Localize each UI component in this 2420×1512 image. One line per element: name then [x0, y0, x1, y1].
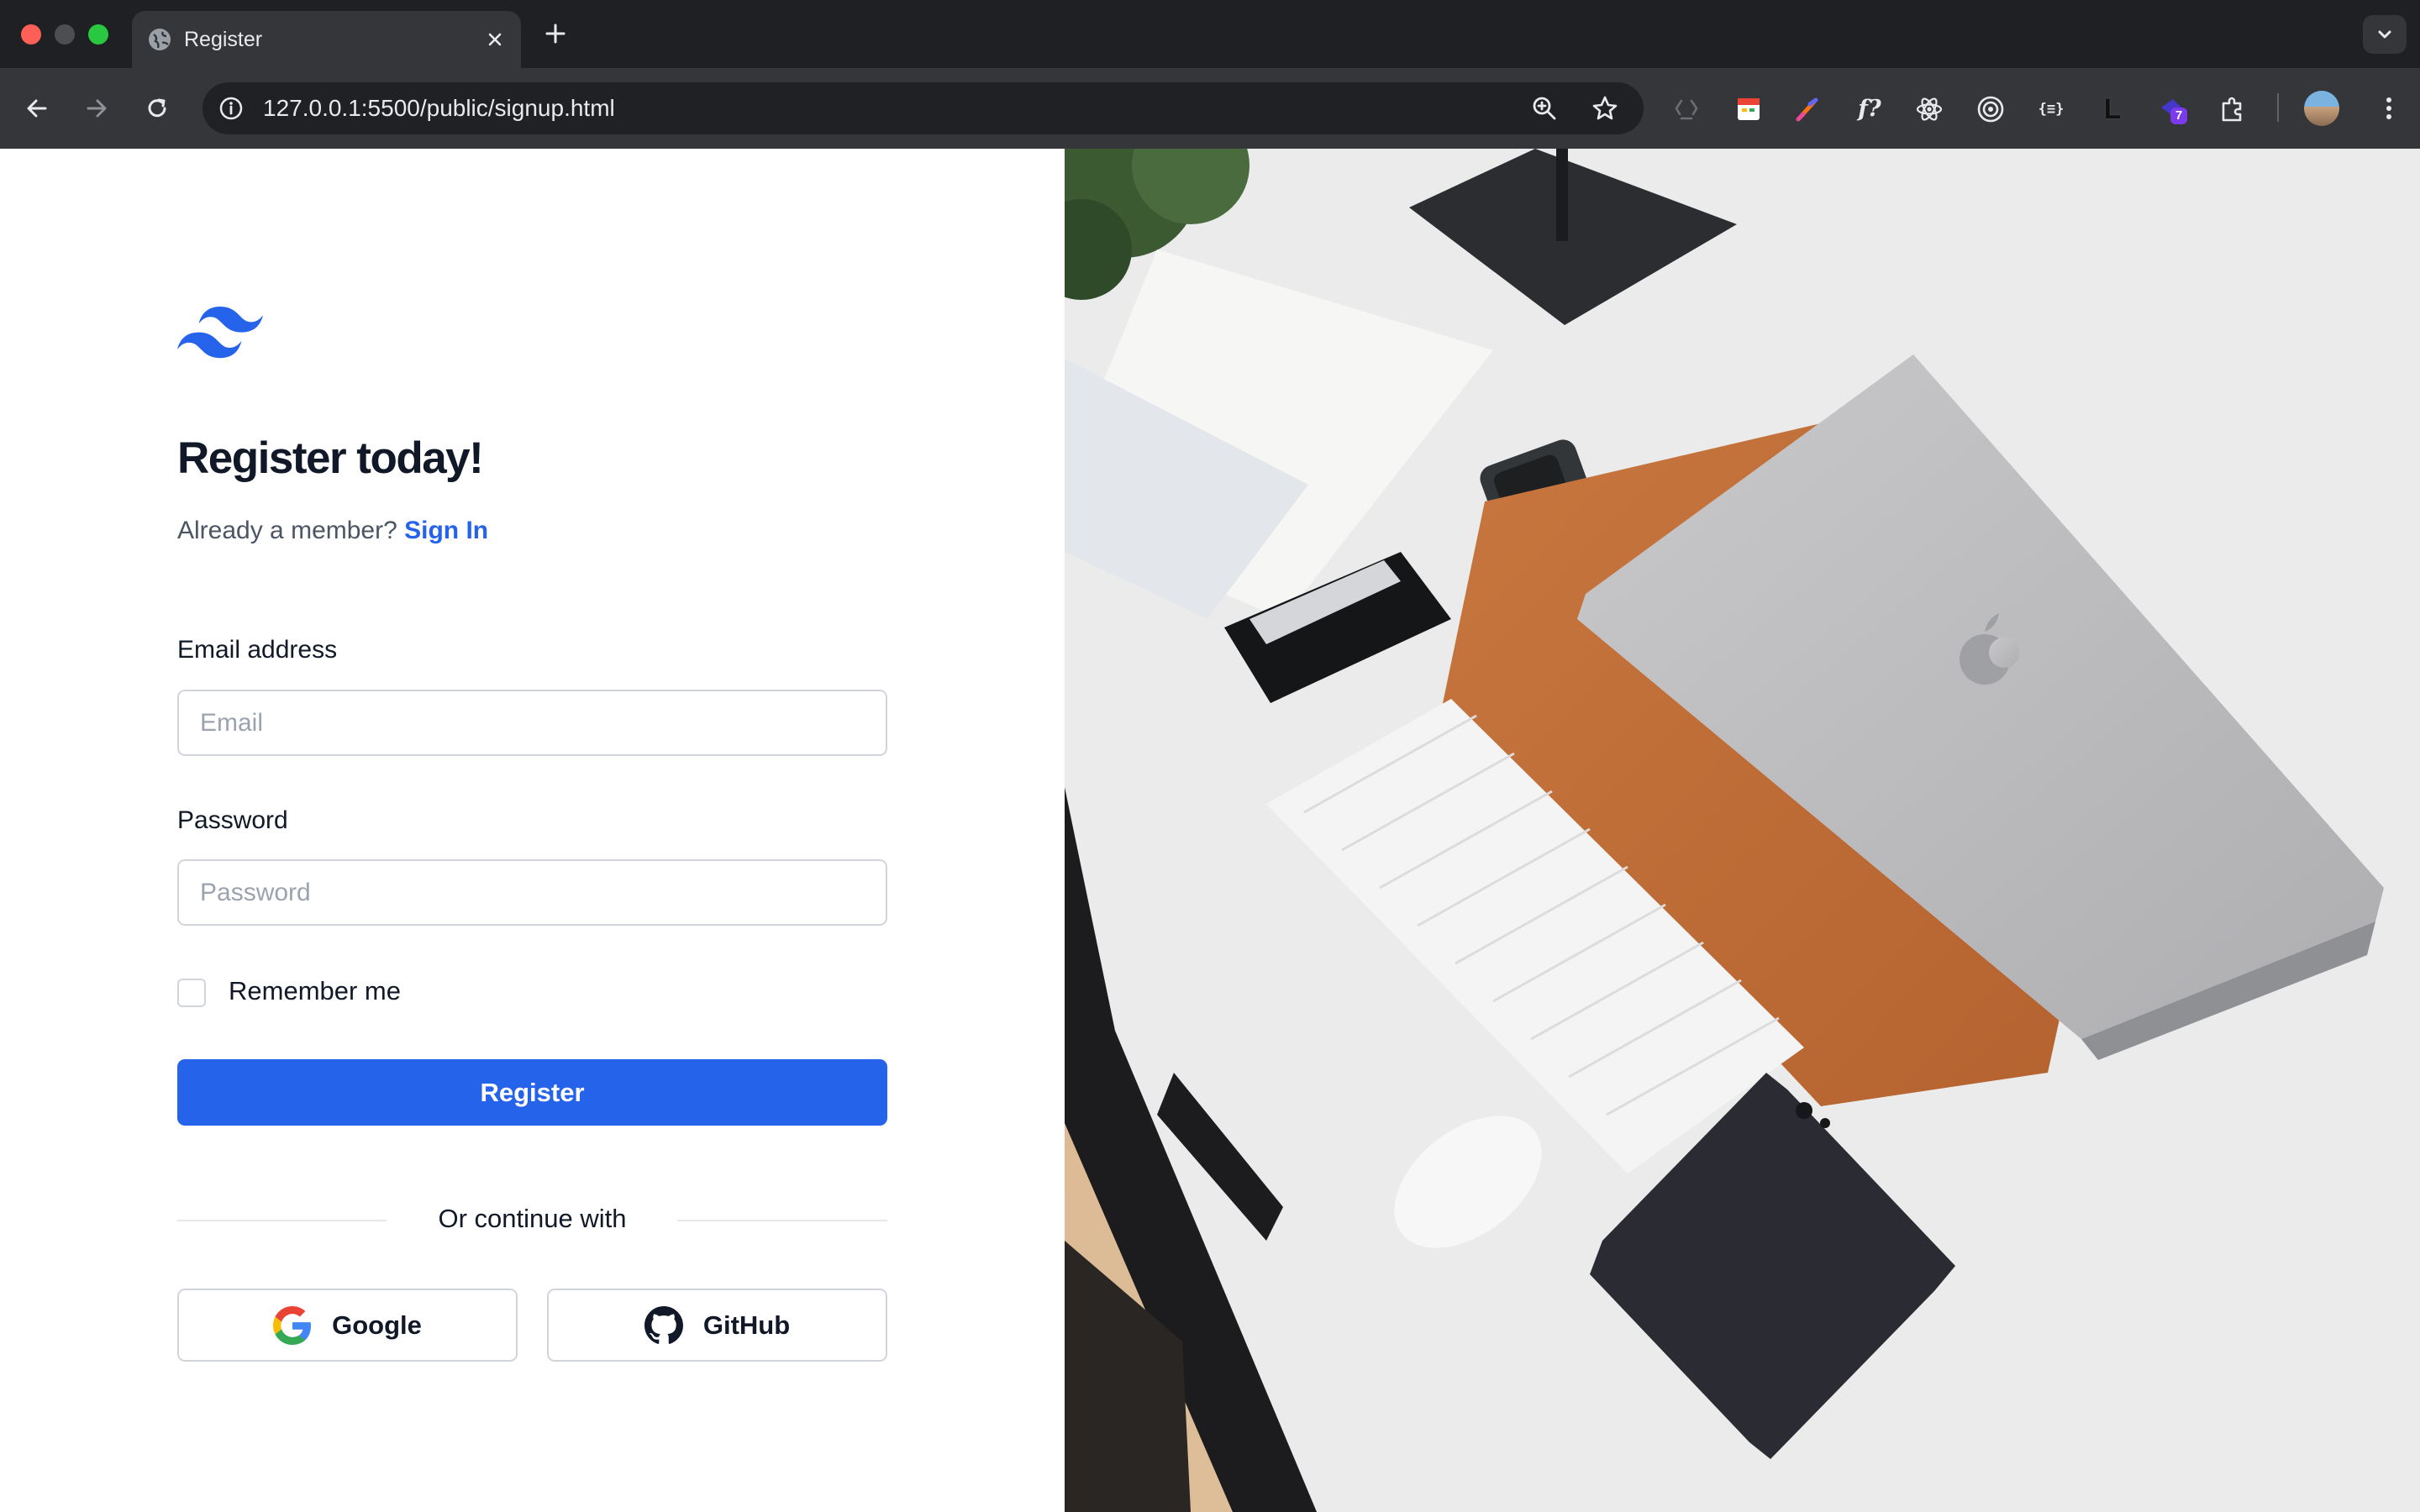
chevron-down-icon	[2378, 30, 2391, 39]
extension-l-icon[interactable]: L	[2096, 92, 2129, 126]
more-menu-icon[interactable]	[2371, 91, 2407, 126]
extension-calendar-icon[interactable]	[1732, 92, 1765, 126]
register-form-panel: Register today! Already a member? Sign I…	[0, 149, 1065, 1512]
password-field[interactable]	[177, 859, 887, 926]
address-bar[interactable]: 127.0.0.1:5500/public/signup.html	[203, 82, 1644, 134]
extension-font-icon[interactable]: f?	[1853, 92, 1886, 126]
tab-strip: Register	[0, 0, 2420, 68]
back-icon[interactable]	[18, 90, 55, 127]
google-login-button[interactable]: Google	[177, 1289, 518, 1362]
github-button-label: GitHub	[702, 1310, 791, 1340]
extension-json-icon[interactable]: {≡}	[2034, 92, 2068, 126]
desk-photo	[1065, 149, 2420, 1512]
new-tab-icon[interactable]	[540, 18, 571, 49]
remember-me-label[interactable]: Remember me	[229, 976, 401, 1006]
extensions-puzzle-icon[interactable]	[2216, 92, 2249, 126]
zoom-icon[interactable]	[1530, 94, 1559, 123]
globe-icon	[149, 29, 171, 50]
register-button[interactable]: Register	[177, 1059, 887, 1126]
page-viewport: Register today! Already a member? Sign I…	[0, 149, 2420, 1512]
signin-prompt: Already a member? Sign In	[177, 517, 488, 545]
extension-target-icon[interactable]	[1974, 92, 2007, 126]
close-window-button[interactable]	[21, 24, 41, 45]
github-icon	[644, 1305, 683, 1344]
email-field[interactable]	[177, 690, 887, 756]
maximize-window-button[interactable]	[88, 24, 108, 45]
divider-line-left	[177, 1220, 387, 1221]
forward-icon[interactable]	[78, 90, 115, 127]
minimize-window-button[interactable]	[55, 24, 75, 45]
extension-react-icon[interactable]	[1912, 92, 1946, 126]
signin-link[interactable]: Sign In	[404, 517, 488, 544]
divider-text: Or continue with	[438, 1204, 627, 1233]
email-label: Email address	[177, 636, 338, 664]
tab-title: Register	[184, 28, 263, 51]
close-tab-icon[interactable]	[483, 28, 507, 51]
extension-badge-count: 7	[2175, 108, 2183, 123]
divider-line-right	[677, 1220, 887, 1221]
toolbar-separator	[2277, 93, 2279, 122]
tab-register[interactable]: Register	[132, 11, 521, 68]
desk-photo-illustration	[1065, 149, 2420, 1512]
page-title: Register today!	[177, 433, 484, 483]
tailwind-logo-icon	[177, 307, 263, 359]
signin-prompt-text: Already a member?	[177, 517, 397, 544]
reload-icon[interactable]	[139, 90, 176, 127]
google-button-label: Google	[332, 1310, 422, 1340]
browser-window: Register 127.0.0.1:5500/public/signup.ht…	[0, 0, 2420, 1512]
remember-me-checkbox[interactable]	[177, 979, 206, 1007]
site-info-icon[interactable]	[218, 95, 245, 122]
bookmark-star-icon[interactable]	[1591, 94, 1619, 123]
google-icon	[273, 1305, 312, 1345]
extension-recycle-icon[interactable]	[1670, 92, 1703, 126]
profile-avatar[interactable]	[2304, 91, 2339, 126]
url-text: 127.0.0.1:5500/public/signup.html	[263, 95, 615, 121]
extension-colorpicker-icon[interactable]	[1791, 92, 1825, 126]
password-label: Password	[177, 806, 288, 834]
tab-search-button[interactable]	[2363, 15, 2407, 54]
browser-toolbar: 127.0.0.1:5500/public/signup.html f? {≡}…	[0, 68, 2420, 149]
github-login-button[interactable]: GitHub	[547, 1289, 887, 1362]
